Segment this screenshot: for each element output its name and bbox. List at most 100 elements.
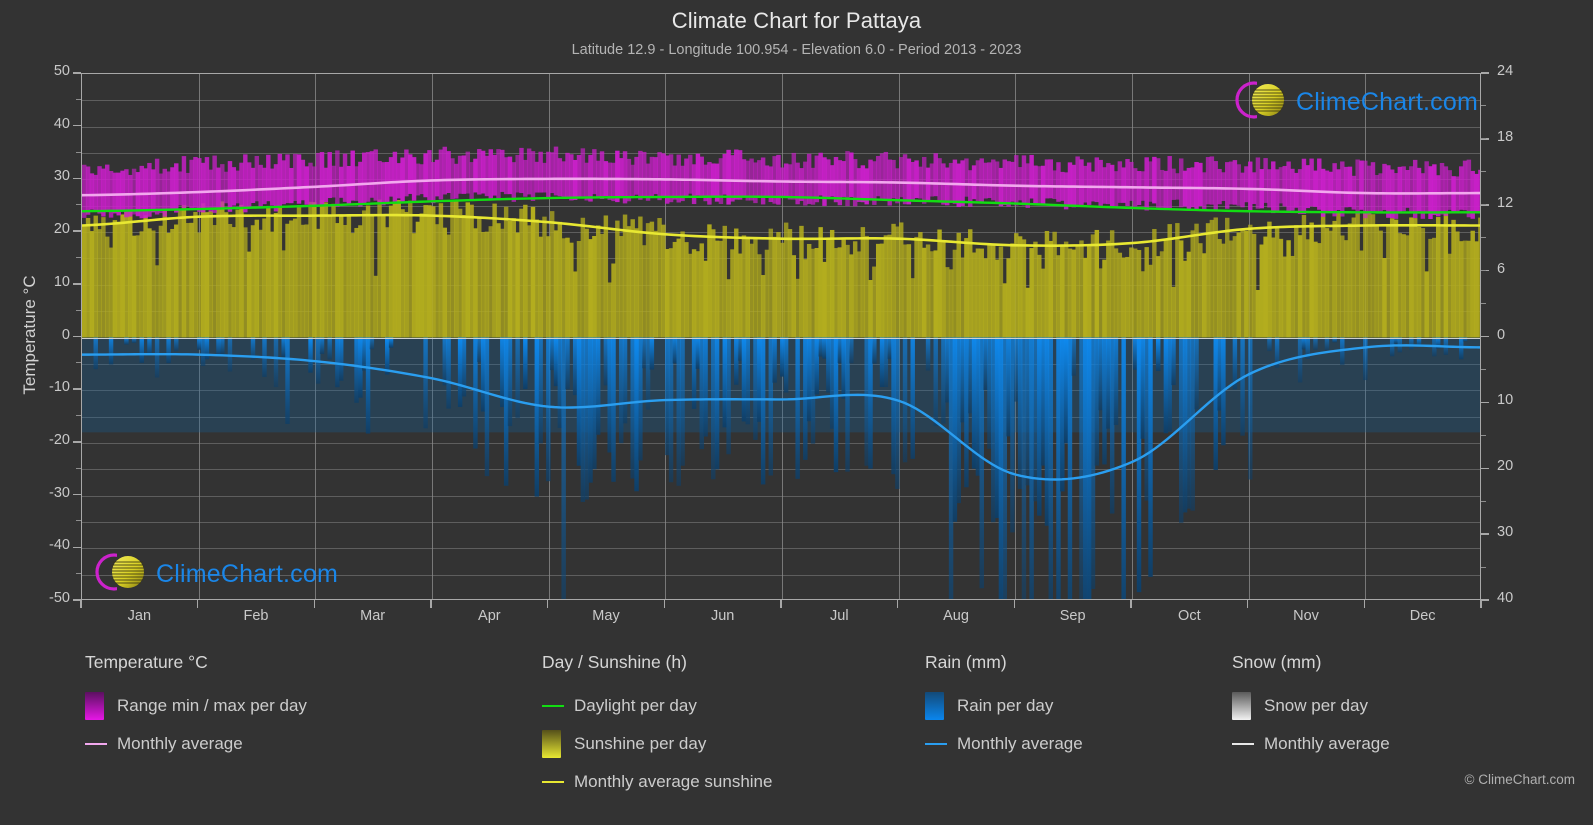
- y-axis-tick-left: [73, 124, 81, 127]
- legend-line-sample: [542, 780, 564, 784]
- legend-item[interactable]: Rain per day: [925, 687, 1083, 725]
- y-axis-tick-label-right-rain: 10: [1497, 392, 1514, 409]
- y-axis-tick-label-left: -50: [49, 590, 70, 606]
- y-axis-tick-minor-left: [76, 256, 81, 258]
- y-axis-tick-label-left: -10: [49, 379, 70, 396]
- y-axis-tick-minor-right-day: [1481, 270, 1486, 272]
- y-axis-tick-minor-right-day: [1481, 303, 1486, 305]
- legend-line-icon: [1232, 742, 1254, 746]
- y-axis-tick-left: [73, 441, 81, 443]
- legend-swatch-icon: [925, 692, 944, 720]
- y-axis-tick-minor-left: [76, 309, 81, 311]
- x-axis-tick: [780, 600, 782, 608]
- legend-item[interactable]: Sunshine per day: [542, 725, 772, 763]
- legend-column: Snow (mm) Snow per day Monthly average: [1232, 652, 1390, 763]
- x-axis-tick: [1246, 600, 1249, 608]
- legend-column: Day / Sunshine (h) Daylight per day Sunshi…: [542, 652, 772, 801]
- temperature-range-bars: [82, 146, 1480, 220]
- legend-line-sample: [925, 742, 947, 746]
- y-axis-tick-label-left: -20: [49, 431, 70, 448]
- y-axis-tick-right-rain: [1481, 401, 1489, 404]
- x-axis-month-label: May: [592, 608, 620, 624]
- y-axis-tick-label-left: 20: [53, 221, 70, 238]
- x-axis-month-label: Mar: [360, 608, 386, 624]
- x-axis-month-label: Feb: [243, 608, 269, 624]
- zero-baseline: [82, 337, 1480, 339]
- legend-line-icon: [542, 704, 564, 708]
- y-axis-tick-minor-left: [76, 573, 81, 575]
- legend-column: Rain (mm) Rain per day Monthly average: [925, 652, 1083, 763]
- legend-line-icon: [542, 780, 564, 784]
- y-axis-tick-label-left: 10: [53, 273, 70, 290]
- legend-item-label: Range min / max per day: [117, 696, 307, 715]
- x-axis-month-label: Apr: [478, 608, 501, 624]
- legend-column-title: Rain (mm): [925, 652, 1007, 672]
- y-axis-tick-minor-right-day: [1481, 105, 1486, 107]
- legend-item[interactable]: Daylight per day: [542, 687, 772, 725]
- x-axis-month-label: Aug: [943, 608, 969, 624]
- chart-plot-area: [81, 73, 1481, 600]
- x-axis-month-label: Nov: [1293, 608, 1319, 624]
- legend-item-label: Monthly average: [117, 734, 243, 753]
- x-axis-month-label: Dec: [1409, 608, 1436, 624]
- y-axis-tick-label-left: 30: [53, 168, 70, 185]
- legend-item[interactable]: Monthly average: [925, 725, 1083, 763]
- climechart-logo-icon: [1232, 78, 1292, 127]
- legend-item[interactable]: Monthly average: [85, 725, 307, 763]
- y-axis-tick-minor-left: [76, 467, 81, 469]
- legend-item-label: Monthly average: [957, 734, 1083, 753]
- x-axis-tick: [430, 600, 432, 608]
- legend-column-title: Temperature °C: [85, 652, 208, 672]
- x-axis-month-label: Jun: [710, 608, 735, 624]
- legend-item[interactable]: Monthly average: [1232, 725, 1390, 763]
- y-axis-tick-minor-right-day: [1481, 204, 1486, 206]
- y-axis-tick-minor-right-rain: [1481, 434, 1486, 436]
- legend-line-icon: [85, 742, 107, 746]
- x-axis-tick: [1130, 600, 1132, 608]
- y-axis-tick-left: [73, 72, 81, 74]
- legend-item[interactable]: Range min / max per day: [85, 687, 307, 725]
- x-axis-tick: [80, 600, 82, 608]
- y-axis-tick-label-left: -30: [49, 484, 70, 501]
- legend-line-sample: [1232, 742, 1254, 746]
- y-axis-tick-minor-right-rain: [1481, 500, 1486, 502]
- y-axis-tick-left: [73, 283, 81, 285]
- legend-item-label: Monthly average sunshine: [574, 772, 773, 791]
- climechart-logo-icon: [92, 550, 152, 599]
- y-axis-tick-minor-right-rain: [1481, 368, 1486, 370]
- plot-inner: [82, 74, 1480, 599]
- y-axis-tick-label-right-day: 0: [1497, 326, 1506, 343]
- sunshine-bars: [82, 199, 1480, 338]
- y-axis-title-left: Temperature °C: [20, 274, 39, 395]
- y-axis-tick-label-right-rain: 30: [1497, 524, 1514, 541]
- x-axis-tick: [313, 600, 316, 608]
- y-axis-tick-minor-left: [76, 204, 81, 206]
- y-axis-tick-label-left: 0: [61, 326, 70, 343]
- x-axis-tick: [663, 600, 666, 608]
- legend-item[interactable]: Snow per day: [1232, 687, 1390, 725]
- watermark-logo-text: ClimeChart.com: [156, 560, 338, 588]
- y-axis-tick-left: [73, 230, 81, 232]
- y-axis-tick-left: [73, 335, 81, 338]
- y-axis-tick-label-right-rain: 20: [1497, 458, 1514, 475]
- y-axis-tick-left: [73, 388, 81, 390]
- x-axis-tick: [1363, 600, 1366, 608]
- y-axis-tick-right-rain: [1481, 599, 1489, 601]
- y-axis-tick-right-day: [1481, 72, 1489, 74]
- y-axis-tick-label-right-day: 24: [1497, 63, 1514, 79]
- y-axis-tick-left: [73, 177, 81, 180]
- y-axis-tick-minor-left: [76, 520, 81, 522]
- y-axis-tick-minor-left: [76, 151, 81, 153]
- y-axis-tick-right-rain: [1481, 467, 1489, 469]
- legend-item[interactable]: Monthly average sunshine: [542, 763, 772, 801]
- legend-column-title: Snow (mm): [1232, 652, 1322, 672]
- x-axis-tick: [1480, 600, 1482, 608]
- legend-line-sample: [85, 742, 107, 746]
- legend-item-label: Sunshine per day: [574, 734, 707, 753]
- x-axis-tick: [896, 600, 899, 608]
- y-axis-tick-minor-right-day: [1481, 237, 1486, 239]
- y-axis-tick-label-right-day: 18: [1497, 128, 1514, 145]
- watermark-logo-top: ClimeChart.com: [1232, 78, 1478, 127]
- x-axis-tick: [546, 600, 549, 608]
- y-axis-tick-label-right-day: 12: [1497, 194, 1514, 211]
